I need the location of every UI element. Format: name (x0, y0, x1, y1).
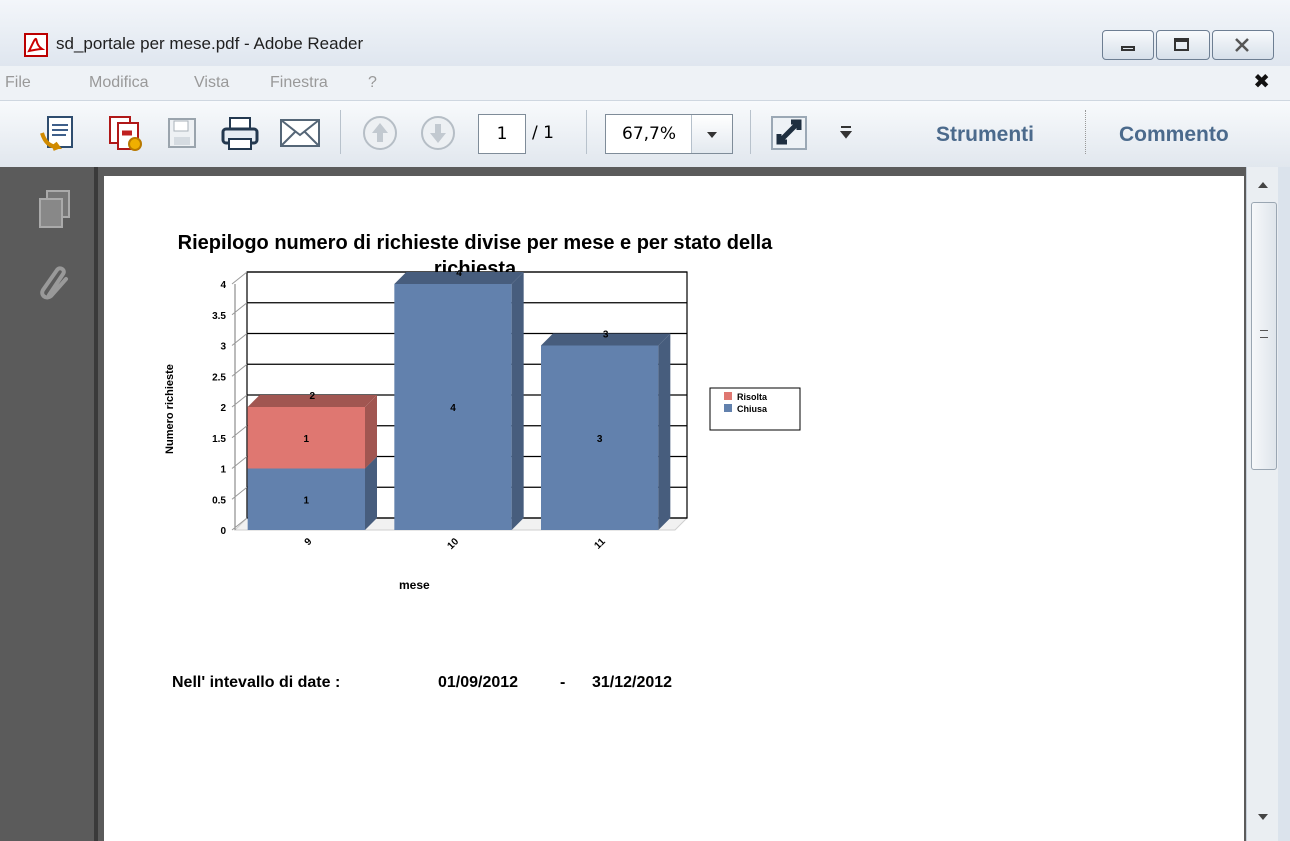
scroll-down-icon[interactable] (1257, 812, 1269, 822)
total-label: 2 (310, 391, 316, 402)
adobe-reader-icon (24, 33, 48, 57)
page-number-input[interactable]: 1 (478, 114, 526, 154)
chevron-down-icon (707, 132, 717, 138)
y-tick-mark (231, 425, 248, 439)
previous-page-icon[interactable] (360, 113, 400, 153)
create-pdf-icon[interactable] (38, 113, 78, 153)
grip-icon (1260, 330, 1268, 338)
data-label: 3 (597, 434, 603, 445)
y-tick-mark (231, 394, 248, 408)
y-tick-label: 0 (220, 526, 226, 537)
menu-modifica[interactable]: Modifica (89, 74, 149, 92)
window-border (1278, 167, 1290, 841)
bar-side (658, 333, 671, 530)
close-document-icon[interactable]: ✖ (1253, 69, 1270, 93)
y-tick-mark (231, 486, 248, 500)
toolbar-separator (750, 110, 751, 154)
y-tick-label: 2.5 (212, 372, 226, 383)
y-axis-label: Numero richieste (163, 364, 176, 454)
y-tick-mark (231, 271, 248, 285)
date-from: 01/09/2012 (438, 674, 519, 691)
email-icon[interactable] (278, 117, 322, 149)
window-title: sd_portale per mese.pdf - Adobe Reader (56, 34, 364, 53)
legend-swatch (724, 404, 732, 412)
attachments-icon[interactable] (34, 258, 76, 304)
y-tick-mark (231, 363, 248, 377)
x-tick-label: 11 (593, 536, 609, 552)
minimize-button[interactable] (1102, 30, 1154, 60)
data-label: 4 (450, 403, 456, 414)
y-tick-label: 3.5 (212, 311, 226, 322)
y-tick-mark (231, 456, 248, 469)
comment-button[interactable]: Commento (1119, 123, 1229, 147)
x-tick-label: 9 (303, 536, 315, 548)
restore-icon (1174, 38, 1189, 51)
y-tick-mark (231, 333, 248, 346)
tools-button[interactable]: Strumenti (936, 123, 1034, 147)
bar-side (365, 395, 377, 469)
toolbar-overflow-icon[interactable] (840, 124, 852, 140)
legend-swatch (724, 392, 732, 400)
y-tick-label: 0.5 (212, 495, 226, 506)
zoom-value: 67,7% (622, 124, 677, 144)
close-icon (1235, 38, 1249, 52)
y-tick-label: 2 (220, 403, 226, 414)
menu-vista[interactable]: Vista (194, 74, 229, 92)
date-range-label: Nell' intevallo di date : (172, 674, 341, 691)
y-tick-label: 1.5 (212, 434, 226, 445)
menu-help[interactable]: ? (368, 74, 377, 92)
toolbar-separator (340, 110, 341, 154)
legend-label: Risolta (737, 392, 768, 402)
y-tick-label: 3 (220, 342, 226, 353)
close-button[interactable] (1212, 30, 1274, 60)
combine-files-icon[interactable] (104, 113, 144, 153)
total-label: 3 (603, 330, 609, 341)
zoom-select[interactable]: 67,7% (605, 114, 733, 154)
date-to: 31/12/2012 (592, 674, 673, 691)
scrollbar-thumb[interactable] (1251, 202, 1277, 470)
total-label: 4 (456, 270, 462, 279)
bar-chart: 00.511.522.533.54112944103311RisoltaChiu… (212, 270, 801, 552)
save-icon[interactable] (162, 113, 202, 153)
date-separator: - (560, 674, 566, 691)
minimize-icon (1121, 46, 1135, 51)
data-label: 1 (304, 434, 310, 445)
x-tick-label: 10 (445, 536, 461, 552)
page-total: / 1 (532, 123, 554, 143)
next-page-icon[interactable] (418, 113, 458, 153)
y-tick-mark (231, 302, 248, 316)
print-icon[interactable] (219, 113, 261, 153)
page-thumbnails-icon[interactable] (33, 187, 77, 231)
bar-side (511, 272, 524, 530)
menu-finestra[interactable]: Finestra (270, 74, 328, 92)
y-tick-label: 1 (220, 465, 226, 476)
toolbar-separator (586, 110, 587, 154)
fullscreen-icon[interactable] (768, 113, 810, 153)
toolbar-separator (1085, 110, 1087, 154)
y-tick-label: 4 (220, 280, 226, 291)
maximize-button[interactable] (1156, 30, 1210, 60)
data-label: 1 (304, 495, 310, 506)
legend-label: Chiusa (737, 404, 768, 414)
bar-side (365, 456, 377, 530)
title-bar (0, 0, 1290, 66)
zoom-dropdown-button[interactable] (691, 115, 732, 153)
scroll-up-icon[interactable] (1257, 180, 1269, 190)
menu-file[interactable]: File (5, 74, 31, 92)
